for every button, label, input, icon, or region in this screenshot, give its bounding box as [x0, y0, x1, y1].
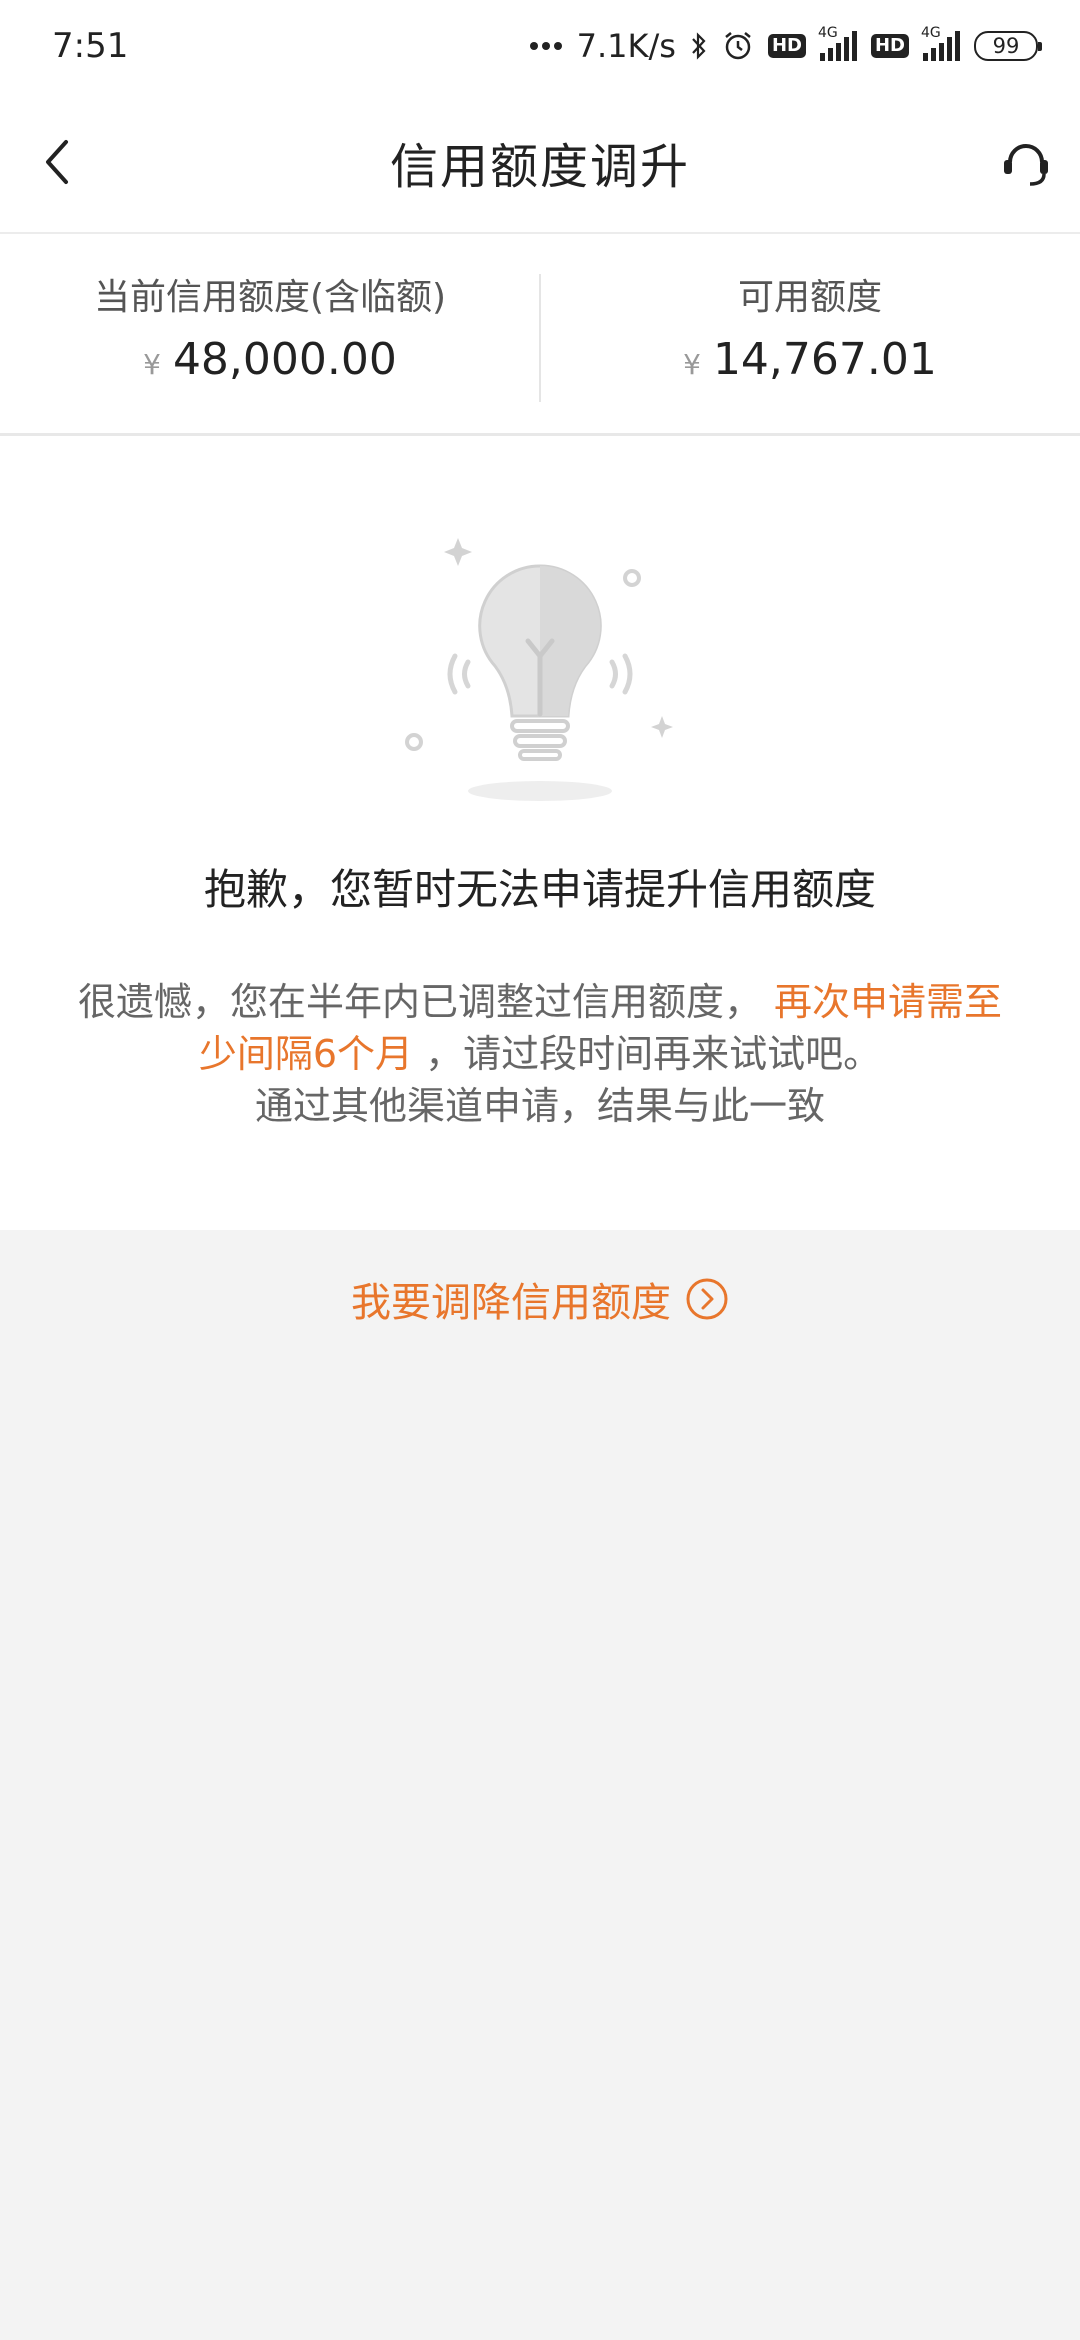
currency-symbol: ¥	[683, 348, 701, 381]
result-title: 抱歉，您暂时无法申请提升信用额度	[203, 865, 876, 914]
signal-icon-2: 4G	[921, 25, 960, 61]
credit-summary: 当前信用额度(含临额) ¥ 48,000.00 可用额度 ¥ 14,767.01	[0, 234, 1080, 436]
message-part1: 很遗憾，您在半年内已调整过信用额度，	[77, 980, 762, 1024]
current-credit: 当前信用额度(含临额) ¥ 48,000.00	[0, 234, 540, 433]
available-credit: 可用额度 ¥ 14,767.01	[540, 234, 1080, 433]
network-type-label: 4G	[817, 25, 838, 41]
message-line3: 通过其他渠道申请，结果与此一致	[254, 1084, 825, 1128]
bluetooth-icon	[690, 31, 708, 61]
more-dots-icon	[529, 41, 563, 51]
current-credit-value: 48,000.00	[172, 334, 397, 385]
lightbulb-icon	[390, 516, 690, 816]
available-credit-value: 14,767.01	[712, 334, 937, 385]
network-type-label-2: 4G	[921, 25, 941, 41]
signal-icon: 4G	[818, 25, 857, 61]
divider	[539, 274, 541, 402]
status-time: 7:51	[52, 26, 129, 66]
hd-icon-2: HD	[870, 34, 909, 58]
result-card: 抱歉，您暂时无法申请提升信用额度 很遗憾，您在半年内已调整过信用额度， 再次申请…	[0, 436, 1080, 1230]
hd-icon: HD	[767, 34, 806, 58]
currency-symbol: ¥	[143, 348, 161, 381]
chevron-right-circle-icon[interactable]	[685, 1277, 729, 1321]
lower-credit-label[interactable]: 我要调降信用额度	[351, 1270, 671, 1328]
current-credit-label: 当前信用额度(含临额)	[93, 277, 447, 318]
available-credit-label: 可用额度	[737, 277, 882, 318]
lower-credit-link[interactable]: 我要调降信用额度	[0, 1270, 1080, 1328]
customer-service-icon[interactable]	[998, 132, 1054, 192]
nav-bar: 信用额度调升	[0, 92, 1080, 234]
page-title: 信用额度调升	[389, 139, 690, 195]
status-bar: 7:51 7.1K/s HD 4G HD 4G 99	[0, 0, 1080, 92]
status-icons: 7.1K/s HD 4G HD 4G 99	[529, 25, 1042, 65]
result-message: 很遗憾，您在半年内已调整过信用额度， 再次申请需至少间隔6个月 ，请过段时间再来…	[60, 976, 1020, 1132]
back-arrow-icon[interactable]	[38, 136, 78, 188]
network-speed: 7.1K/s	[576, 27, 676, 65]
message-part2: ，请过段时间再来试试吧。	[425, 1032, 882, 1076]
alarm-icon	[722, 30, 754, 62]
battery-icon: 99	[974, 31, 1042, 61]
